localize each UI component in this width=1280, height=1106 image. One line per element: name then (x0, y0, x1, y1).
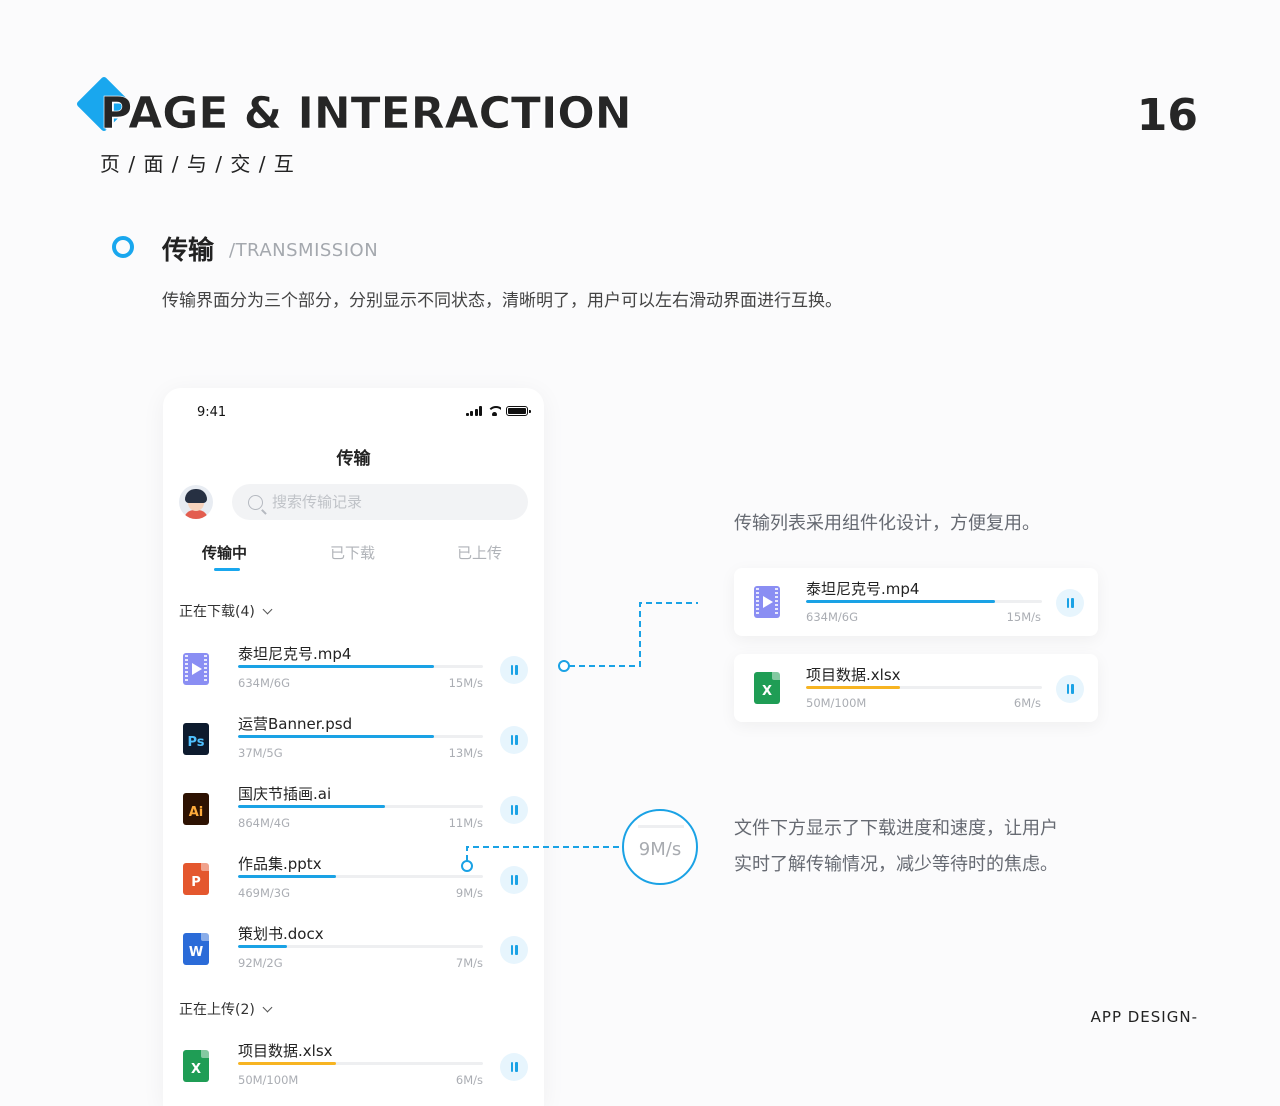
component-card: 泰坦尼克号.mp4 634M/6G 15M/s (734, 568, 1098, 636)
pause-icon (1056, 589, 1084, 617)
file-name: 项目数据.xlsx (806, 666, 901, 684)
excel-file-icon: X (754, 672, 780, 704)
video-file-icon (754, 586, 780, 618)
file-size: 634M/6G (806, 610, 858, 624)
pause-icon (1056, 675, 1084, 703)
progress-bar (806, 686, 1042, 689)
callout-lines (461, 602, 698, 872)
transfer-speed: 15M/s (1006, 610, 1041, 624)
zoom-speed-text: 9M/s (638, 839, 682, 860)
progress-bar (806, 600, 1042, 603)
annotation-component-note: 传输列表采用组件化设计，方便复用。 (734, 513, 1040, 534)
file-name: 泰坦尼克号.mp4 (806, 580, 920, 598)
annotation-progress-note: 文件下方显示了下载进度和速度，让用户 实时了解传输情况，减少等待时的焦虑。 (734, 818, 1058, 875)
transfer-speed: 6M/s (1013, 696, 1041, 710)
component-card: X 项目数据.xlsx 50M/100M 6M/s (734, 654, 1098, 722)
file-size: 50M/100M (806, 696, 867, 710)
speed-zoom-callout: 9M/s (622, 809, 698, 885)
